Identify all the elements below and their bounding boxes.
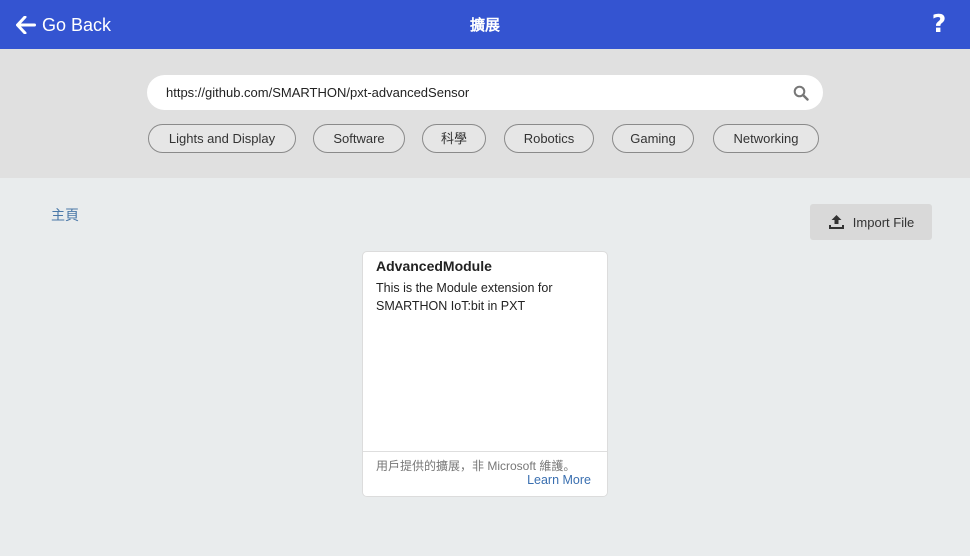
results-area: 主頁 Import File AdvancedModule This is th… [0, 178, 970, 556]
category-chip-gaming[interactable]: Gaming [612, 124, 694, 153]
extension-card-footer: 用戶提供的擴展，非 Microsoft 維護。 Learn More [363, 451, 607, 496]
upload-icon [828, 215, 844, 229]
search-icon[interactable] [793, 85, 809, 101]
search-section: Lights and Display Software 科學 Robotics … [0, 49, 970, 178]
extension-description: This is the Module extension for SMARTHO… [376, 281, 553, 313]
top-bar: Go Back 擴展 ? [0, 0, 970, 49]
page-title: 擴展 [469, 17, 500, 34]
extension-title: AdvancedModule [376, 258, 492, 274]
category-chip-lights-and-display[interactable]: Lights and Display [148, 124, 296, 153]
breadcrumb-home[interactable]: 主頁 [51, 205, 79, 225]
import-file-button[interactable]: Import File [810, 204, 932, 240]
category-chip-networking[interactable]: Networking [713, 124, 819, 153]
extension-card[interactable]: AdvancedModule This is the Module extens… [362, 251, 608, 497]
search-box [147, 75, 823, 110]
search-input[interactable] [166, 75, 776, 110]
category-chip-science[interactable]: 科學 [422, 124, 486, 153]
extension-user-provided-note: 用戶提供的擴展，非 Microsoft 維護。 [376, 459, 576, 473]
category-chip-software[interactable]: Software [313, 124, 405, 153]
help-icon[interactable]: ? [928, 10, 950, 38]
import-file-label: Import File [852, 214, 915, 230]
category-chip-robotics[interactable]: Robotics [504, 124, 594, 153]
category-chips: Lights and Display Software 科學 Robotics … [0, 124, 970, 154]
learn-more-link[interactable]: Learn More [527, 473, 591, 487]
